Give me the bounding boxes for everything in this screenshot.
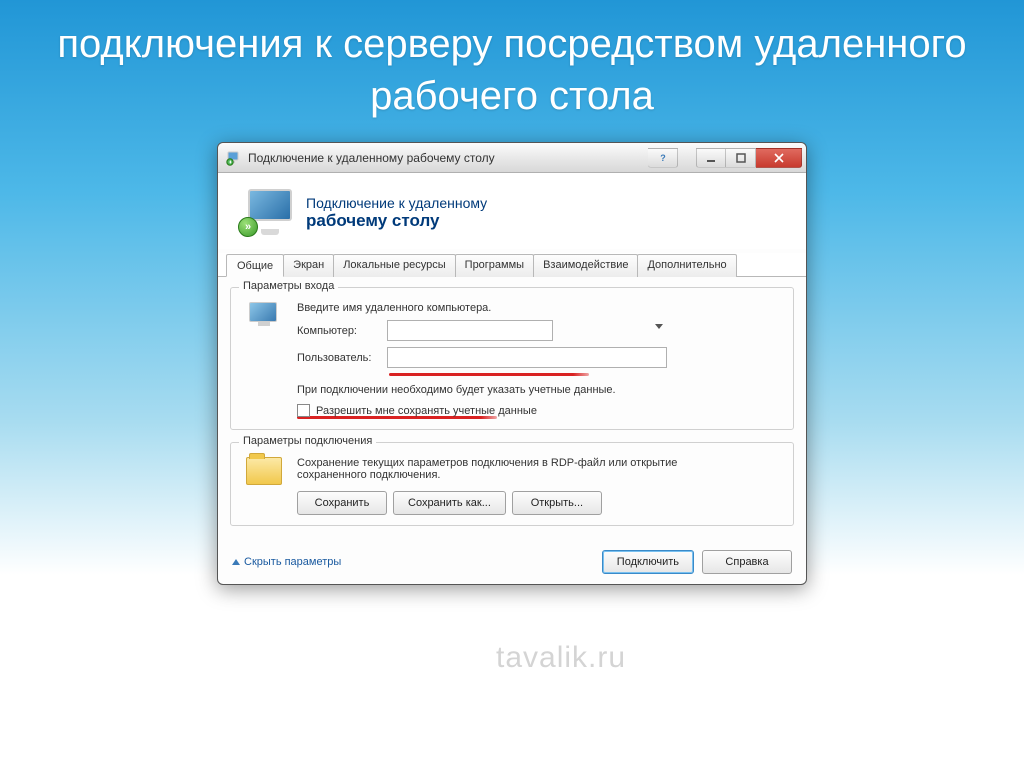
close-button[interactable] <box>756 148 802 168</box>
app-icon <box>226 150 242 166</box>
tab-panel-general: Параметры входа Введите имя удаленного к… <box>218 277 806 544</box>
help-window-button[interactable]: ? <box>648 148 678 168</box>
maximize-button[interactable] <box>726 148 756 168</box>
tab-strip: Общие Экран Локальные ресурсы Программы … <box>218 253 806 277</box>
tab-advanced[interactable]: Дополнительно <box>637 254 736 277</box>
minimize-button[interactable] <box>696 148 726 168</box>
login-legend: Параметры входа <box>239 280 338 292</box>
help-button[interactable]: Справка <box>702 550 792 574</box>
user-input[interactable] <box>387 347 667 368</box>
svg-text:?: ? <box>660 153 666 163</box>
user-label: Пользователь: <box>297 352 387 364</box>
credentials-hint: При подключении необходимо будет указать… <box>297 384 677 396</box>
computer-label: Компьютер: <box>297 325 387 337</box>
window-controls <box>696 148 802 168</box>
tab-local-resources[interactable]: Локальные ресурсы <box>333 254 455 277</box>
save-as-button[interactable]: Сохранить как... <box>393 491 506 515</box>
dialog-header: » Подключение к удаленному рабочему стол… <box>218 173 806 249</box>
connect-button[interactable]: Подключить <box>602 550 694 574</box>
tab-experience[interactable]: Взаимодействие <box>533 254 638 277</box>
hide-options-link[interactable]: Скрыть параметры <box>232 556 341 568</box>
chevron-down-icon <box>655 324 663 329</box>
watermark-text: tavalik.ru <box>496 641 626 675</box>
tab-programs[interactable]: Программы <box>455 254 534 277</box>
login-intro-text: Введите имя удаленного компьютера. <box>297 302 781 314</box>
computer-combobox[interactable] <box>387 320 553 341</box>
header-line2: рабочему столу <box>306 211 487 231</box>
titlebar[interactable]: Подключение к удаленному рабочему столу … <box>218 143 806 173</box>
login-settings-group: Параметры входа Введите имя удаленного к… <box>230 287 794 430</box>
dialog-footer: Скрыть параметры Подключить Справка <box>218 544 806 574</box>
header-line1: Подключение к удаленному <box>306 195 487 211</box>
rdp-logo-icon: » <box>238 189 292 237</box>
save-credentials-checkbox[interactable] <box>297 404 310 417</box>
save-button[interactable]: Сохранить <box>297 491 387 515</box>
conn-legend: Параметры подключения <box>239 435 376 447</box>
tab-display[interactable]: Экран <box>283 254 334 277</box>
folder-icon <box>243 457 285 485</box>
chevron-up-icon <box>232 559 240 565</box>
save-credentials-label: Разрешить мне сохранять учетные данные <box>316 405 537 417</box>
computer-icon <box>243 302 285 328</box>
open-button[interactable]: Открыть... <box>512 491 602 515</box>
annotation-underline-user <box>389 373 589 376</box>
tab-general[interactable]: Общие <box>226 254 284 277</box>
conn-text: Сохранение текущих параметров подключени… <box>297 457 717 481</box>
connection-settings-group: Параметры подключения Сохранение текущих… <box>230 442 794 526</box>
slide-title: подключения к серверу посредством удален… <box>0 0 1024 132</box>
window-title: Подключение к удаленному рабочему столу <box>248 151 495 165</box>
rdp-dialog-window: Подключение к удаленному рабочему столу … <box>217 142 807 585</box>
